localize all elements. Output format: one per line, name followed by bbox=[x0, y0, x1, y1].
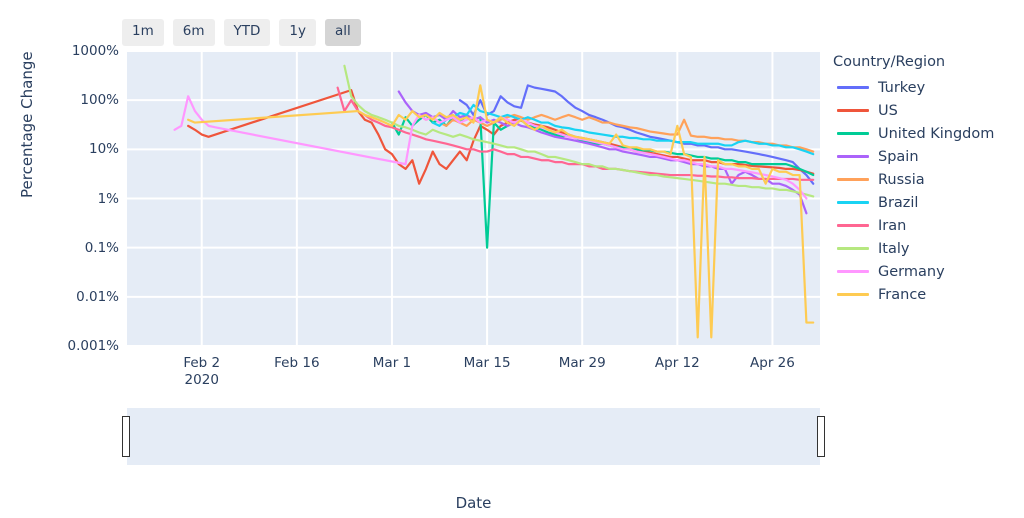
legend-items: Turkey US United Kingdom Spain Russia Brazil I… bbox=[833, 76, 1018, 306]
legend-item-label: Iran bbox=[878, 217, 907, 234]
legend-item-russia[interactable]: Russia bbox=[833, 168, 1018, 191]
legend-swatch-icon bbox=[837, 177, 869, 182]
range-button-1m[interactable]: 1m bbox=[122, 19, 164, 46]
x-axis-title: Date bbox=[455, 494, 492, 512]
legend-item-us[interactable]: US bbox=[833, 99, 1018, 122]
legend-item-germany[interactable]: Germany bbox=[833, 260, 1018, 283]
x-tick-label-primary: Apr 12 bbox=[654, 355, 700, 371]
legend-item-turkey[interactable]: Turkey bbox=[833, 76, 1018, 99]
legend-item-label: Turkey bbox=[878, 79, 926, 96]
legend-item-label: United Kingdom bbox=[878, 125, 995, 142]
range-button-all[interactable]: all bbox=[324, 19, 361, 46]
x-tick-label-year: 2020 bbox=[184, 372, 219, 388]
data-lines bbox=[173, 64, 815, 339]
legend-swatch-icon bbox=[837, 85, 869, 90]
legend-swatch-icon bbox=[837, 246, 869, 251]
x-tick-label: Mar 1 bbox=[373, 355, 411, 372]
y-tick-label: 0.1% bbox=[84, 239, 119, 256]
x-tick-label: Feb 2 2020 bbox=[183, 355, 220, 389]
range-slider-right-handle[interactable] bbox=[817, 416, 825, 457]
range-slider-left-handle[interactable] bbox=[122, 416, 130, 457]
x-tick-label-primary: Apr 26 bbox=[750, 355, 795, 371]
legend-item-label: Italy bbox=[878, 240, 910, 257]
x-tick-label: Apr 12 bbox=[655, 355, 700, 372]
plotly-figure: 1m 6m YTD 1y all 1000% 100% 10% 1% 0.1% 0.01% 0.00… bbox=[0, 0, 1024, 518]
series-line-turkey bbox=[458, 84, 815, 185]
legend-item-label: US bbox=[878, 102, 898, 119]
x-tick-label: Feb 16 bbox=[274, 355, 319, 372]
legend-swatch-icon bbox=[837, 131, 869, 136]
legend-item-italy[interactable]: Italy bbox=[833, 237, 1018, 260]
legend-swatch-icon bbox=[837, 154, 869, 159]
x-tick-label-primary: Feb 16 bbox=[274, 355, 320, 371]
legend-item-iran[interactable]: Iran bbox=[833, 214, 1018, 237]
legend-item-label: France bbox=[878, 286, 927, 303]
x-tick-label-primary: Mar 15 bbox=[463, 355, 511, 371]
x-tick-label-primary: Mar 1 bbox=[372, 355, 412, 371]
x-tick-label: Mar 15 bbox=[464, 355, 511, 372]
legend-swatch-icon bbox=[837, 292, 869, 297]
x-tick-label: Apr 26 bbox=[750, 355, 795, 372]
plot-area[interactable] bbox=[127, 51, 820, 346]
range-slider[interactable] bbox=[122, 408, 825, 465]
legend-swatch-icon bbox=[837, 223, 869, 228]
legend: Country/Region Turkey US United Kingdom Spa… bbox=[833, 54, 1018, 306]
range-button-6m[interactable]: 6m bbox=[172, 19, 215, 46]
x-tick-label: Mar 29 bbox=[559, 355, 606, 372]
legend-item-label: Russia bbox=[878, 171, 925, 188]
legend-item-label: Brazil bbox=[878, 194, 919, 211]
legend-item-brazil[interactable]: Brazil bbox=[833, 191, 1018, 214]
legend-swatch-icon bbox=[837, 269, 869, 274]
y-tick-label: 0.001% bbox=[67, 338, 119, 354]
legend-swatch-icon bbox=[837, 108, 869, 113]
y-tick-label: 0.01% bbox=[76, 288, 119, 305]
legend-swatch-icon bbox=[837, 200, 869, 205]
legend-title: Country/Region bbox=[833, 54, 946, 70]
range-selector: 1m 6m YTD 1y all bbox=[122, 19, 361, 46]
legend-item-label: Spain bbox=[878, 148, 919, 165]
legend-item-label: Germany bbox=[878, 263, 945, 280]
x-tick-label-primary: Mar 29 bbox=[558, 355, 606, 371]
range-button-ytd[interactable]: YTD bbox=[223, 19, 271, 46]
y-axis-title: Percentage Change bbox=[18, 51, 36, 198]
legend-item-united-kingdom[interactable]: United Kingdom bbox=[833, 122, 1018, 145]
legend-item-spain[interactable]: Spain bbox=[833, 145, 1018, 168]
legend-item-france[interactable]: France bbox=[833, 283, 1018, 306]
x-tick-label-primary: Feb 2 bbox=[183, 355, 221, 371]
range-button-1y[interactable]: 1y bbox=[279, 19, 316, 46]
